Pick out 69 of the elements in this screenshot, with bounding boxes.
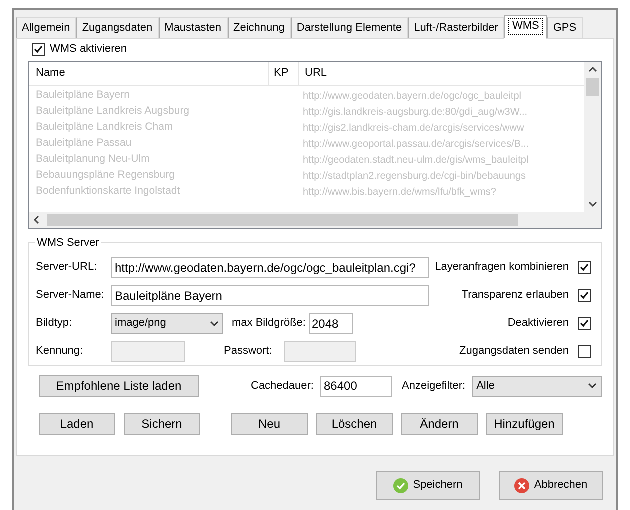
tab[interactable]: Zeichnung: [228, 17, 291, 38]
list-button[interactable]: Sichern: [124, 413, 200, 435]
list-cell-text: http://www.geoportal.passau.de/arcgis/services/B...: [302, 138, 530, 152]
scrollbar-thumb[interactable]: [47, 214, 518, 226]
list-cell-text: http://gis2.landkreis-cham.de/arcgis/services/www: [302, 122, 524, 136]
checkbox[interactable]: [32, 42, 45, 56]
checkbox[interactable]: [578, 317, 591, 330]
field-label: max Bildgröße:: [232, 316, 306, 332]
checkbox[interactable]: [578, 345, 591, 358]
field-label: Passwort:: [224, 344, 274, 360]
tab[interactable]: Luft-/Rasterbilder: [408, 17, 504, 38]
entry-button[interactable]: Ändern: [401, 413, 478, 435]
field-label: Cachedauer:: [251, 378, 314, 394]
field-label: Bildtyp:: [36, 316, 74, 332]
input-field[interactable]: 2048: [308, 313, 353, 334]
tab[interactable]: WMS: [504, 15, 548, 39]
checkmark-icon: [580, 263, 589, 272]
list-cell-text: http://stadtplan2.regensburg.de/cgi-bin/bebauungs: [302, 170, 526, 184]
list-cell-text: Bauleitpläne Landkreis Cham: [35, 120, 174, 136]
list-cell-text: http://geodaten.stadt.neu-ulm.de/gis/wms_bauleitpl: [302, 154, 529, 168]
list-cell-text: Bauleitpläne Landkreis Augsburg: [35, 104, 191, 120]
dropdown[interactable]: image/png: [111, 313, 223, 334]
chevron-down-icon: [210, 320, 219, 326]
checkmark-icon: [34, 44, 43, 54]
tab[interactable]: Zugangsdaten: [76, 17, 159, 38]
checkmark-icon: [580, 319, 589, 328]
save-button[interactable]: Speichern: [376, 471, 480, 500]
check-circle-icon: [393, 478, 410, 494]
field-label: Kennung:: [36, 344, 84, 360]
checkbox-label: Deaktivieren: [508, 316, 569, 332]
checkbox-label: Zugangsdaten senden: [460, 344, 569, 360]
tab[interactable]: GPS: [547, 17, 583, 38]
checkbox[interactable]: [578, 261, 591, 274]
field-label: Server-URL:: [36, 260, 98, 276]
checkbox[interactable]: [578, 289, 591, 302]
entry-button[interactable]: Neu: [231, 413, 308, 435]
tab[interactable]: Maustasten: [158, 17, 228, 38]
load-list-button[interactable]: Empfohlene Liste laden: [39, 375, 199, 397]
list-cell-text: Bauleitplanung Neu-Ulm: [35, 152, 151, 168]
checkmark-icon: [580, 291, 589, 300]
entry-button[interactable]: Hinzufügen: [486, 413, 563, 435]
list-cell-text: Bauleitpläne Passau: [35, 136, 133, 152]
entry-button[interactable]: Löschen: [316, 413, 393, 435]
vertical-scrollbar[interactable]: [584, 62, 601, 228]
tab[interactable]: Allgemein: [16, 17, 76, 38]
list-cell-text: http://www.geodaten.bayern.de/ogc/ogc_bauleitpl: [302, 90, 522, 104]
cancel-button[interactable]: Abbrechen: [499, 471, 603, 500]
field-label: Server-Name:: [36, 288, 106, 304]
input-field[interactable]: http://www.geodaten.bayern.de/ogc/ogc_bauleitplan.cgi?: [111, 257, 429, 278]
input-field[interactable]: [284, 341, 356, 362]
list-cell-text: Bebauungspläne Regensburg: [35, 168, 176, 184]
checkbox-label: Layeranfragen kombinieren: [435, 260, 569, 276]
scrollbar-thumb[interactable]: [586, 78, 599, 96]
input-field[interactable]: Bauleitpläne Bayern: [111, 285, 429, 306]
dropdown[interactable]: Alle: [472, 376, 602, 396]
list-cell-text: Bodenfunktionskarte Ingolstadt: [35, 184, 182, 200]
input-field[interactable]: [111, 341, 185, 362]
chevron-down-icon: [588, 383, 597, 389]
list-button[interactable]: Laden: [39, 413, 115, 435]
input-field[interactable]: 86400: [320, 376, 392, 396]
checkbox-label: Transparenz erlauben: [462, 288, 569, 304]
list-cell-text: Bauleitpläne Bayern: [35, 88, 131, 104]
field-label: Anzeigefilter:: [402, 378, 466, 394]
list-cell-text: http://gis.landkreis-augsburg.de:80/gdi_aug/w3W...: [302, 106, 528, 120]
tab[interactable]: Darstellung Elemente: [290, 17, 408, 38]
list-cell-text: http://www.bis.bayern.de/wms/lfu/bfk_wms?: [302, 186, 496, 200]
close-circle-icon: [514, 478, 530, 494]
horizontal-scrollbar[interactable]: [29, 212, 584, 228]
checkbox-label: WMS aktivieren: [50, 42, 128, 57]
